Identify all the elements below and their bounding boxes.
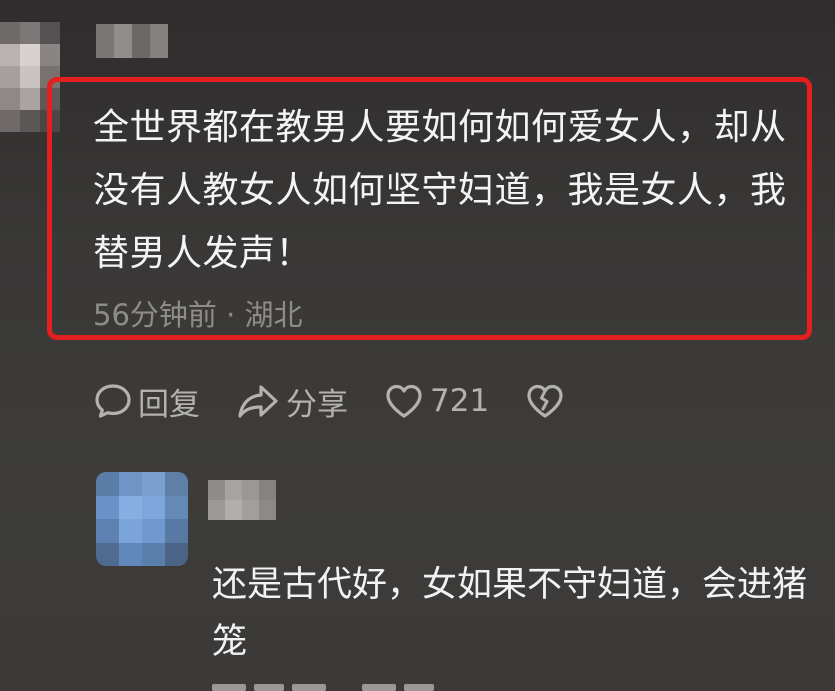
share-button[interactable]: 分享 xyxy=(236,379,348,424)
share-arrow-icon xyxy=(238,385,278,418)
like-count: 721 xyxy=(430,383,490,419)
like-button[interactable]: 721 xyxy=(384,382,489,420)
reply-text: 还是古代好，女如果不守妇道，会进猪笼 xyxy=(212,565,808,662)
broken-heart-icon xyxy=(527,384,563,418)
comment-text: 全世界都在教男人要如何如何爱女人，却从没有人教女人如何坚守妇道，我是女人，我替男… xyxy=(93,107,787,274)
reply-avatar[interactable] xyxy=(96,472,188,566)
reply-username-blurred[interactable] xyxy=(208,480,276,520)
share-label: 分享 xyxy=(286,386,348,423)
reply-label: 回复 xyxy=(138,386,200,423)
reply-button[interactable]: 回复 xyxy=(94,379,200,424)
comment-actions: 回复 分享 721 xyxy=(94,378,607,424)
comment-timestamp-location: 56分钟前 · 湖北 xyxy=(93,298,303,332)
cut-off-text xyxy=(212,684,452,691)
heart-icon xyxy=(386,384,422,418)
comment-bubble-icon xyxy=(95,384,131,418)
username-blurred[interactable] xyxy=(96,24,168,58)
dislike-button[interactable] xyxy=(525,382,571,420)
